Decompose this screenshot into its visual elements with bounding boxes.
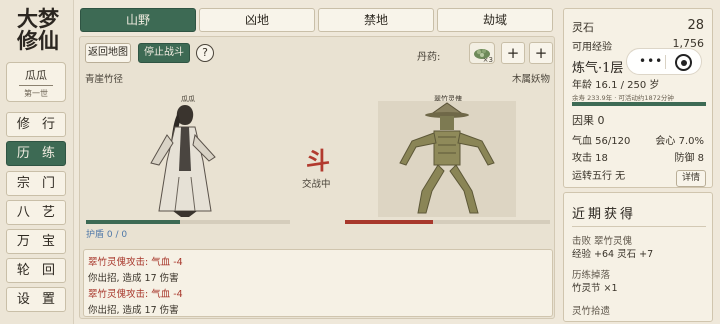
log-line: 你出招, 造成 17 伤害 xyxy=(88,273,179,284)
character-card[interactable]: 瓜瓜 第一世 xyxy=(6,62,66,102)
pill-count: ×3 xyxy=(482,56,493,64)
shield-text: 护盾 0 / 0 xyxy=(86,230,128,240)
qixue-text: 气血 56/120 xyxy=(572,136,631,147)
add-pill-button-2[interactable]: + xyxy=(529,42,553,64)
age-text: 年龄 16.1 / 250 岁 xyxy=(572,80,660,91)
tab-xiongdi[interactable]: 凶地 xyxy=(199,8,315,32)
character-generation: 第一世 xyxy=(24,89,48,98)
exp-label: 可用经验 xyxy=(572,42,612,53)
divider xyxy=(19,85,53,86)
realm-text: 炼气·1层 xyxy=(572,61,624,76)
player-figure xyxy=(150,105,216,217)
log-line: 你出招, 造成 17 伤害 xyxy=(88,305,179,316)
recent-title: 近期获得 xyxy=(572,207,637,222)
nav-bayi[interactable]: 八 艺 xyxy=(6,200,66,225)
lingshi-label: 灵石 xyxy=(572,21,594,34)
recent-item-detail: 竹灵节 ×1 xyxy=(572,283,618,294)
battle-panel: 返回地图 停止战斗 ? 丹药: ×3 + + 青崖竹径 木属妖物 瓜瓜 护盾 0… xyxy=(79,36,555,319)
mini-program-capsule[interactable]: ••• xyxy=(626,48,702,75)
enemy-figure xyxy=(378,101,516,217)
battle-location: 青崖竹径 xyxy=(85,74,124,85)
sidebar: 大梦修仙 瓜瓜 第一世 修 行 历 练 宗 门 八 艺 万 宝 轮 回 设 置 xyxy=(0,0,74,324)
help-icon[interactable]: ? xyxy=(196,44,214,62)
enemy-hp-bar xyxy=(345,220,550,224)
nav-lunhui[interactable]: 轮 回 xyxy=(6,258,66,283)
more-icon[interactable]: ••• xyxy=(639,54,663,68)
recent-item-detail: 经验 +64 灵石 +7 xyxy=(572,249,654,260)
fangyu-text: 防御 8 xyxy=(674,153,704,164)
divider xyxy=(665,55,666,69)
life-bar xyxy=(572,102,706,106)
nav-shezhi[interactable]: 设 置 xyxy=(6,287,66,312)
divider xyxy=(572,226,706,227)
combat-log: 翠竹灵傀攻击: 气血 -4 你出招, 造成 17 伤害 翠竹灵傀攻击: 气血 -… xyxy=(83,249,553,317)
pill-label: 丹药: xyxy=(417,52,441,63)
status-panel: 灵石 28 可用经验 1,756 炼气·1层 ••• 年龄 16.1 / 250… xyxy=(563,8,713,188)
detail-button[interactable]: 详情 xyxy=(676,170,706,187)
app-logo: 大梦修仙 xyxy=(17,6,59,53)
nav-lilian[interactable]: 历 练 xyxy=(6,141,66,166)
nav-xiuxing[interactable]: 修 行 xyxy=(6,112,66,137)
nav-zongmen[interactable]: 宗 门 xyxy=(6,171,66,196)
tab-jieyu[interactable]: 劫域 xyxy=(437,8,553,32)
recent-item-head: 历练掉落 xyxy=(572,270,611,281)
recent-item-head: 击败 翠竹灵傀 xyxy=(572,236,633,247)
add-pill-button[interactable]: + xyxy=(501,42,525,64)
gongji-text: 攻击 18 xyxy=(572,153,608,164)
stop-battle-button[interactable]: 停止战斗 xyxy=(138,43,190,63)
player-hp-bar xyxy=(86,220,290,224)
tab-jindi[interactable]: 禁地 xyxy=(318,8,434,32)
yinguo-text: 因果 0 xyxy=(572,114,605,127)
huixin-text: 会心 7.0% xyxy=(655,136,704,147)
pill-slot[interactable]: ×3 xyxy=(469,42,495,64)
back-to-map-button[interactable]: 返回地图 xyxy=(85,43,131,63)
player-hp-fill xyxy=(86,220,180,224)
enemy-hp-fill xyxy=(345,220,434,224)
remaining-life: 余寿 233.9年 · 可活动约1872分钟 xyxy=(572,94,674,102)
wuxing-text: 运转五行 无 xyxy=(572,171,626,182)
log-line: 翠竹灵傀攻击: 气血 -4 xyxy=(88,289,183,300)
log-line: 翠竹灵傀攻击: 气血 -4 xyxy=(88,257,183,268)
tab-shanye[interactable]: 山野 xyxy=(80,8,196,32)
nav-wanbao[interactable]: 万 宝 xyxy=(6,229,66,254)
combat-state: 交战中 xyxy=(302,179,331,190)
character-name: 瓜瓜 xyxy=(25,69,47,82)
lingshi-value: 28 xyxy=(687,18,704,33)
close-target-icon[interactable] xyxy=(675,54,692,71)
recent-gains-panel: 近期获得 击败 翠竹灵傀 经验 +64 灵石 +7 历练掉落 竹灵节 ×1 灵竹… xyxy=(563,192,713,322)
recent-item-partial: 灵竹拾遗 xyxy=(572,306,611,317)
battle-dou-glyph: 斗 xyxy=(306,146,330,175)
enemy-type: 木属妖物 xyxy=(511,74,550,85)
